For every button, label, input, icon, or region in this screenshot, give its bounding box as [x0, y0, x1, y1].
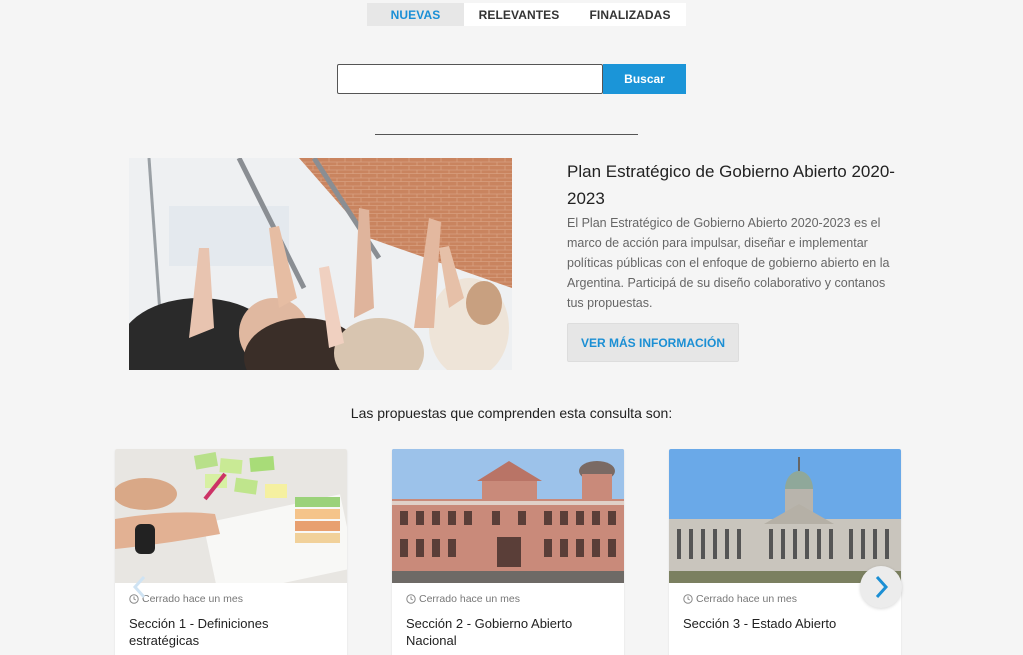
card-status-text: Cerrado hace un mes	[696, 593, 797, 605]
hero-text: Plan Estratégico de Gobierno Abierto 202…	[567, 158, 897, 313]
card-title[interactable]: Sección 1 - Definiciones estratégicas	[129, 615, 334, 649]
proposal-card[interactable]: Cerrado hace un mes Sección 2 - Gobierno…	[392, 449, 624, 655]
search-input[interactable]	[337, 64, 603, 94]
clock-icon	[406, 594, 416, 604]
carousel-next-button[interactable]	[860, 566, 902, 608]
proposal-card[interactable]: Cerrado hace un mes Sección 3 - Estado A…	[669, 449, 901, 655]
tab-finalizadas[interactable]: FINALIZADAS	[574, 3, 686, 26]
card-status: Cerrado hace un mes	[683, 593, 797, 605]
hero-description: El Plan Estratégico de Gobierno Abierto …	[567, 216, 890, 310]
card-status: Cerrado hace un mes	[406, 593, 520, 605]
card-title[interactable]: Sección 2 - Gobierno Abierto Nacional	[406, 615, 611, 649]
card-title[interactable]: Sección 3 - Estado Abierto	[683, 615, 888, 632]
proposal-card[interactable]: Cerrado hace un mes Sección 1 - Definici…	[115, 449, 347, 655]
divider	[375, 134, 638, 135]
tab-relevantes[interactable]: RELEVANTES	[464, 3, 574, 26]
carousel-prev-button[interactable]	[119, 566, 161, 608]
clock-icon	[683, 594, 693, 604]
more-info-button[interactable]: VER MÁS INFORMACIÓN	[567, 323, 739, 362]
chevron-right-icon	[875, 575, 889, 599]
card-image	[669, 449, 901, 583]
hero-title: Plan Estratégico de Gobierno Abierto 202…	[567, 162, 895, 208]
proposals-heading: Las propuestas que comprenden esta consu…	[350, 405, 673, 421]
filter-tabs: NUEVAS RELEVANTES FINALIZADAS	[367, 3, 686, 26]
hero-image	[129, 158, 512, 370]
tab-nuevas[interactable]: NUEVAS	[367, 3, 464, 26]
chevron-left-icon	[132, 575, 146, 599]
card-status-text: Cerrado hace un mes	[419, 593, 520, 605]
search-bar: Buscar	[337, 64, 686, 94]
card-image	[115, 449, 347, 583]
card-image	[392, 449, 624, 583]
search-button[interactable]: Buscar	[603, 64, 686, 94]
